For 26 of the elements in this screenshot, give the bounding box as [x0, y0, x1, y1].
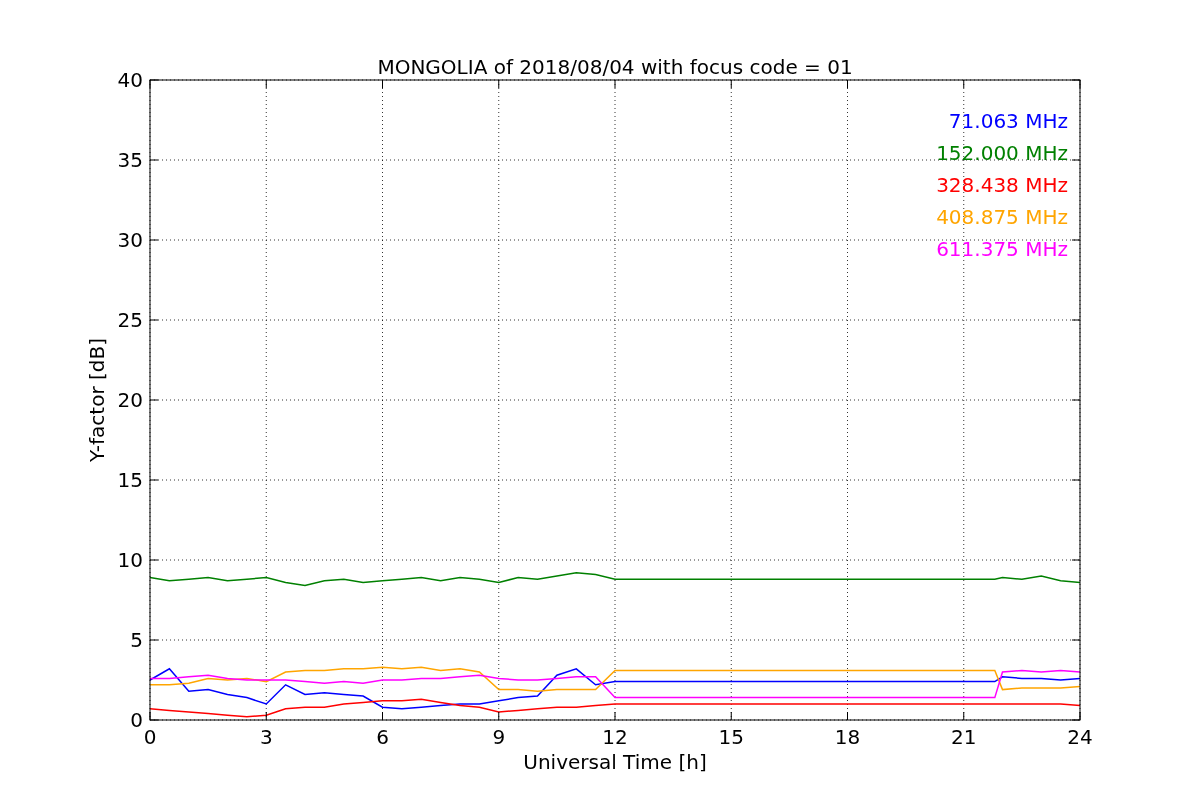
legend-label: 152.000 MHz	[936, 141, 1068, 165]
tick-label: 25	[117, 308, 143, 332]
tick-label: 6	[376, 725, 389, 749]
tick-label: 3	[259, 725, 273, 749]
tick-label: 35	[117, 148, 143, 172]
tick-label: 21	[951, 725, 977, 749]
legend-label: 328.438 MHz	[936, 173, 1068, 197]
legend-label: 71.063 MHz	[948, 109, 1068, 133]
tick-label: 15	[718, 725, 744, 749]
tick-label: 18	[834, 725, 861, 749]
tick-label: 0	[143, 725, 157, 749]
legend-label: 611.375 MHz	[936, 237, 1068, 261]
tick-label: 20	[117, 388, 143, 412]
tick-label: 10	[117, 548, 143, 572]
axis-label: Universal Time [h]	[523, 750, 707, 774]
tick-label: 5	[130, 628, 143, 652]
axis-label: Y-factor [dB]	[85, 338, 109, 462]
tick-label: 15	[117, 468, 143, 492]
tick-label: 0	[130, 708, 143, 732]
tick-label: 9	[492, 725, 506, 749]
tick-label: 40	[117, 68, 143, 92]
tick-label: 30	[117, 228, 143, 252]
legend-label: 408.875 MHz	[936, 205, 1068, 229]
tick-label: 24	[1067, 725, 1093, 749]
chart-title: MONGOLIA of 2018/08/04 with focus code = 01	[377, 55, 853, 79]
tick-label: 12	[602, 725, 628, 749]
